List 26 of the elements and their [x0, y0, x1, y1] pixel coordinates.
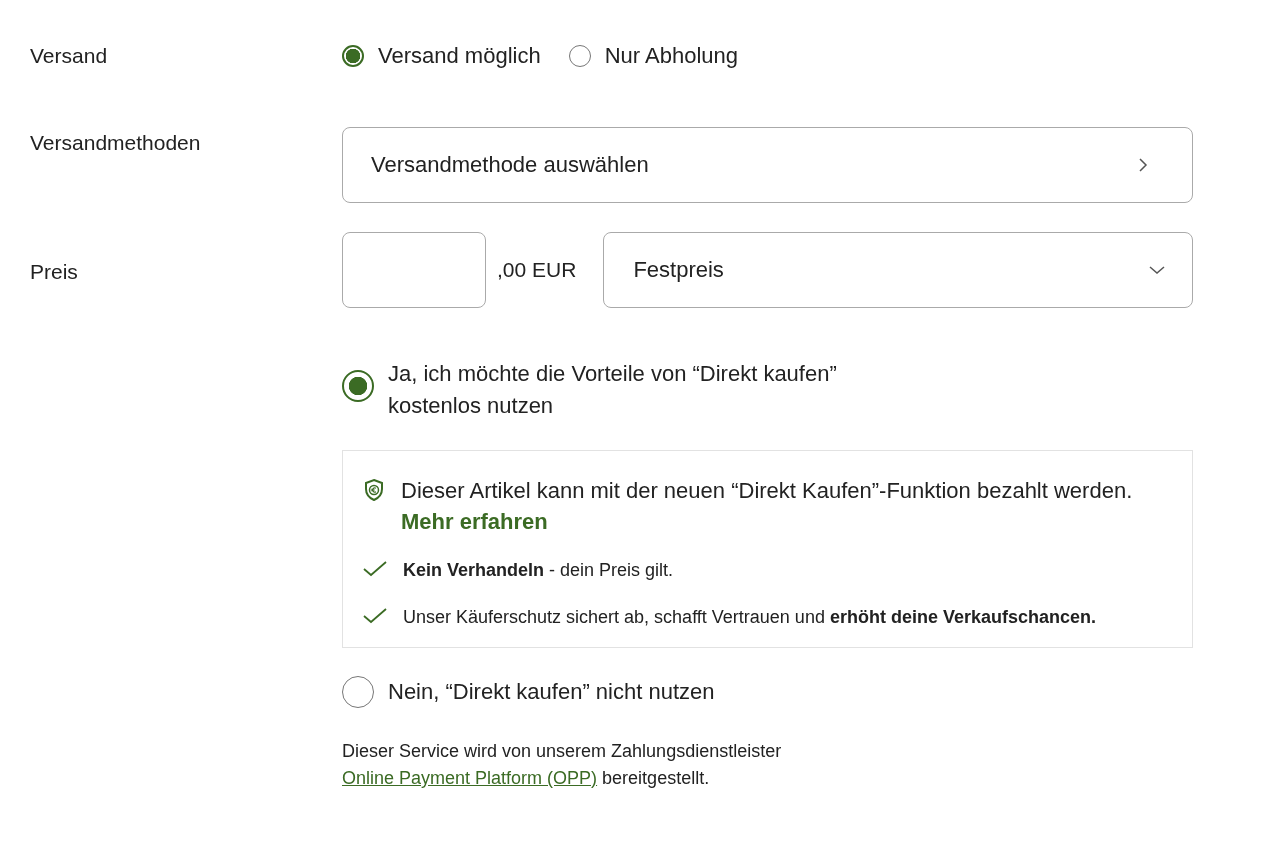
radio-button[interactable] [342, 370, 374, 402]
field-label: Preis [30, 260, 78, 284]
benefit-text: Unser Käuferschutz sichert ab, schafft Vertrauen und erhöht deine Verkaufschancen. [403, 606, 1096, 629]
radio-button[interactable] [568, 45, 591, 67]
provider-link[interactable]: Online Payment Platform (OPP) [342, 768, 598, 788]
benefit-text: Kein Verhandeln - dein Preis gilt. [403, 559, 674, 582]
price-type-select[interactable]: Festpreis [603, 232, 1193, 308]
info-text: Dieser Artikel kann mit der neuen “Direkt Kaufen”-Funktion bezahlt werden. Mehr erfahren [401, 477, 1134, 536]
radio-button[interactable] [342, 676, 374, 708]
learn-more-link[interactable]: Mehr erfahren [401, 509, 548, 534]
radio-label[interactable]: Nur Abholung [604, 43, 738, 69]
shipping-method-selector[interactable]: Versandmethode auswählen [342, 127, 1193, 203]
radio-label[interactable]: Nein, “Direkt kaufen” nicht nutzen [388, 676, 715, 708]
radio-label[interactable]: Ja, ich möchte die Vorteile von “Direkt kaufen” kostenlos nutzen [388, 358, 908, 422]
radio-label[interactable]: Versand möglich [378, 43, 541, 69]
field-label: Versand [30, 44, 108, 68]
check-icon [363, 561, 387, 577]
shield-euro-icon [363, 478, 385, 502]
radio-button[interactable] [342, 45, 364, 67]
chevron-right-icon [1138, 157, 1148, 173]
currency-suffix: ,00 EUR [497, 258, 577, 282]
chevron-down-icon [1148, 265, 1166, 275]
check-icon [363, 608, 387, 624]
price-input[interactable] [342, 232, 486, 308]
field-label: Versandmethoden [30, 131, 201, 155]
footnote-text: Dieser Service wird von unserem Zahlungsdienstleister Online Payment Platform (OPP) bereitgestellt. [342, 740, 783, 790]
